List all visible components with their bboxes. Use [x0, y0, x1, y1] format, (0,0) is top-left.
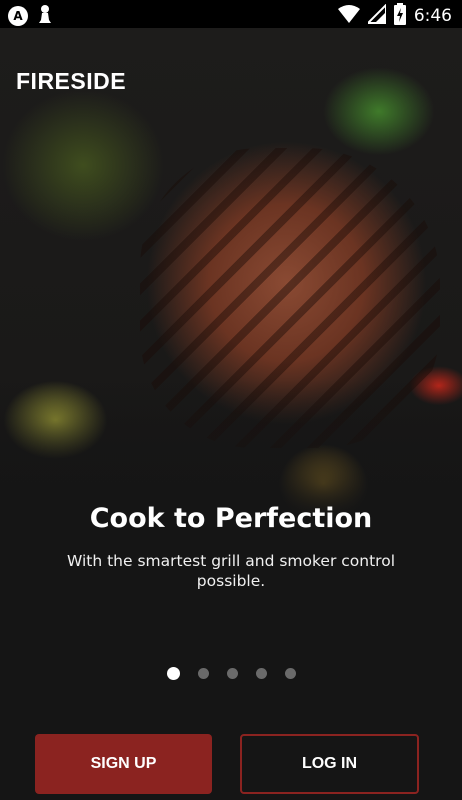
signup-button[interactable]: SIGN UP [35, 734, 212, 794]
onboarding-subtitle: With the smartest grill and smoker contr… [66, 552, 395, 590]
page-dot-5[interactable] [284, 668, 296, 679]
brand-logo: FIRESIDE [16, 68, 127, 94]
signal-icon [365, 2, 387, 28]
wifi-icon [337, 4, 360, 28]
login-button[interactable]: LOG IN [240, 734, 419, 794]
page-dot-1[interactable] [166, 667, 180, 680]
clock: 6:46 [413, 6, 452, 26]
circle-a-icon: A [8, 6, 28, 26]
onboarding-title: Cook to Perfection [89, 503, 373, 534]
battery-charging-icon [393, 3, 406, 29]
page-indicator [0, 667, 462, 680]
page-dot-4[interactable] [255, 668, 267, 679]
hero-fade [0, 380, 462, 520]
page-dot-2[interactable] [197, 668, 209, 679]
status-bar: A 6:46 [0, 0, 462, 28]
chess-pawn-icon [38, 4, 52, 28]
status-right: 6:46 [337, 2, 452, 29]
status-left: A [8, 4, 52, 28]
page-dot-3[interactable] [226, 668, 238, 679]
